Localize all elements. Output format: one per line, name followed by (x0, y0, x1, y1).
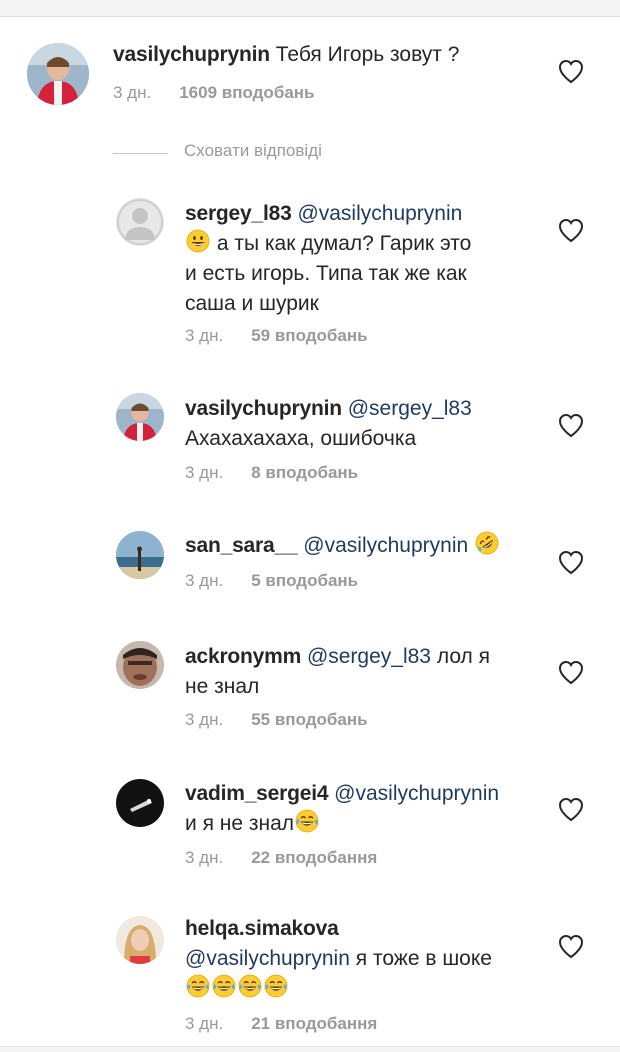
comment-likes[interactable]: 1609 вподобань (179, 83, 314, 102)
avatar[interactable] (116, 531, 164, 579)
comment-username[interactable]: vasilychuprynin (113, 43, 270, 66)
hide-replies-label[interactable]: Сховати відповіді (184, 141, 322, 161)
like-heart-icon[interactable] (557, 933, 585, 959)
comment-message-line-2: и есть игорь. Типа так же как (185, 262, 467, 285)
comment-mention[interactable]: @sergey_l83 (307, 645, 431, 668)
emoji-row (185, 977, 289, 1000)
comment-time: 3 дн. (185, 463, 224, 482)
comment-likes[interactable]: 5 вподобань (251, 571, 358, 590)
comment-message: Ахахахахаха, ошибочка (185, 427, 417, 450)
comment-username[interactable]: vadim_sergei4 (185, 782, 329, 805)
avatar[interactable] (116, 198, 164, 246)
tears-of-joy-emoji-icon (238, 974, 262, 998)
comment-time: 3 дн. (185, 571, 224, 590)
comment-mention[interactable]: @vasilychuprynin (185, 947, 350, 970)
comment-time: 3 дн. (113, 83, 152, 102)
like-heart-icon[interactable] (557, 659, 585, 685)
comment-text: vasilychuprynin Тебя Игорь зовут ? (113, 40, 543, 70)
comment-mention[interactable]: @vasilychuprynin (303, 534, 468, 557)
bottom-divider (0, 1046, 620, 1052)
avatar[interactable] (116, 779, 164, 827)
comment-meta: 3 дн. 5 вподобань (185, 571, 358, 591)
tears-of-joy-emoji-icon (264, 974, 288, 998)
like-heart-icon[interactable] (557, 217, 585, 243)
like-heart-icon[interactable] (557, 549, 585, 575)
comment-message: и я не знал (185, 812, 295, 835)
comment-text: sergey_l83 @vasilychuprynin а ты как дум… (185, 199, 545, 319)
comment-username[interactable]: vasilychuprynin (185, 397, 342, 420)
comment-message: лол я (436, 645, 491, 668)
comment-likes[interactable]: 21 вподобання (251, 1014, 377, 1033)
comment-meta: 3 дн. 21 вподобання (185, 1014, 377, 1034)
comment-meta: 3 дн. 55 вподобань (185, 710, 368, 730)
comment-username[interactable]: san_sara__ (185, 534, 298, 557)
comment-likes[interactable]: 8 вподобань (251, 463, 358, 482)
comment-mention[interactable]: @vasilychuprynin (297, 202, 462, 225)
comment-meta: 3 дн. 8 вподобань (185, 463, 358, 483)
comment-username[interactable]: ackronymm (185, 645, 301, 668)
comment-likes[interactable]: 55 вподобань (251, 710, 367, 729)
tears-of-joy-emoji-icon (295, 809, 319, 833)
comment-time: 3 дн. (185, 1014, 224, 1033)
comment-message-line-2: не знал (185, 675, 260, 698)
comment-mention[interactable]: @sergey_l83 (348, 397, 472, 420)
tears-of-joy-emoji-icon (212, 974, 236, 998)
top-divider (0, 0, 620, 17)
avatar[interactable] (27, 43, 89, 105)
comment-message: Тебя Игорь зовут ? (275, 43, 460, 66)
comment-text: helqa.simakova @vasilychuprynin я тоже в… (185, 914, 545, 1004)
comment-time: 3 дн. (185, 710, 224, 729)
like-heart-icon[interactable] (557, 412, 585, 438)
comment-username[interactable]: helqa.simakova (185, 917, 339, 940)
avatar[interactable] (116, 393, 164, 441)
comment-mention[interactable]: @vasilychuprynin (334, 782, 499, 805)
comment-likes[interactable]: 59 вподобань (251, 326, 367, 345)
avatar[interactable] (116, 916, 164, 964)
comment-message-line-3: саша и шурик (185, 292, 319, 315)
comment-text: ackronymm @sergey_l83 лол я не знал (185, 642, 545, 702)
comment-text: san_sara__ @vasilychuprynin (185, 531, 545, 561)
tears-of-joy-emoji-icon (186, 974, 210, 998)
comment-message: а ты как думал? Гарик это (216, 232, 472, 255)
avatar[interactable] (116, 641, 164, 689)
comment-likes[interactable]: 22 вподобання (251, 848, 377, 867)
grinning-emoji-icon (186, 229, 210, 253)
comment-meta: 3 дн. 22 вподобання (185, 848, 377, 868)
like-heart-icon[interactable] (557, 58, 585, 84)
comment-meta: 3 дн. 1609 вподобань (113, 83, 315, 103)
replies-divider (113, 153, 168, 154)
comment-time: 3 дн. (185, 326, 224, 345)
like-heart-icon[interactable] (557, 796, 585, 822)
comment-text: vadim_sergei4 @vasilychuprynin и я не зн… (185, 779, 555, 839)
rofl-emoji-icon (475, 531, 499, 555)
comment-username[interactable]: sergey_l83 (185, 202, 292, 225)
comment-meta: 3 дн. 59 вподобань (185, 326, 368, 346)
comment-time: 3 дн. (185, 848, 224, 867)
comment-message: я тоже в шоке (355, 947, 492, 970)
comment-text: vasilychuprynin @sergey_l83 Ахахахахаха,… (185, 394, 545, 454)
